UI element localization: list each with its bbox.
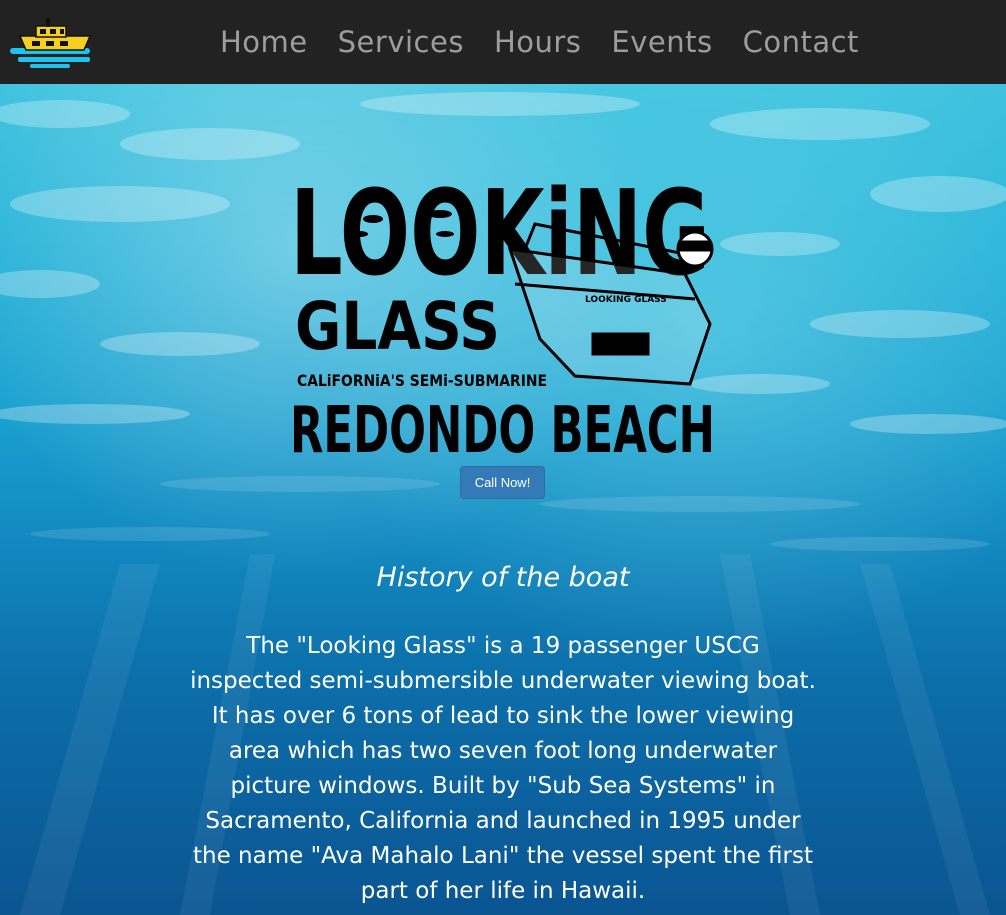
- call-now-button[interactable]: Call Now!: [460, 466, 545, 499]
- logo-redondo-beach-text: REDONDO BEACH: [290, 394, 715, 464]
- history-paragraph: The "Looking Glass" is a 19 passenger US…: [190, 633, 816, 904]
- boat-label-text: LOOKING GLASS: [585, 295, 667, 305]
- nav-hours-link[interactable]: Hours: [494, 25, 581, 59]
- looking-glass-logo: LOOKiNG GLASS CALiFORNiA'S SEMi-SUBMARIN…: [290, 164, 715, 464]
- nav-home-link[interactable]: Home: [220, 25, 308, 59]
- logo-glass-text: GLASS: [295, 288, 500, 365]
- nav-contact-link[interactable]: Contact: [743, 25, 859, 59]
- top-navbar: Home Services Hours Events Contact: [0, 0, 1006, 84]
- history-heading: History of the boat: [376, 562, 630, 593]
- main-nav: Home Services Hours Events Contact: [205, 0, 874, 84]
- submarine-boat-logo-icon[interactable]: [10, 14, 98, 70]
- hero-underwater-section: LOOKiNG GLASS CALiFORNiA'S SEMi-SUBMARIN…: [0, 84, 1006, 915]
- nav-services-link[interactable]: Services: [338, 25, 464, 59]
- logo-tagline-text: CALiFORNiA'S SEMi-SUBMARINE: [297, 371, 547, 390]
- nav-events-link[interactable]: Events: [611, 25, 712, 59]
